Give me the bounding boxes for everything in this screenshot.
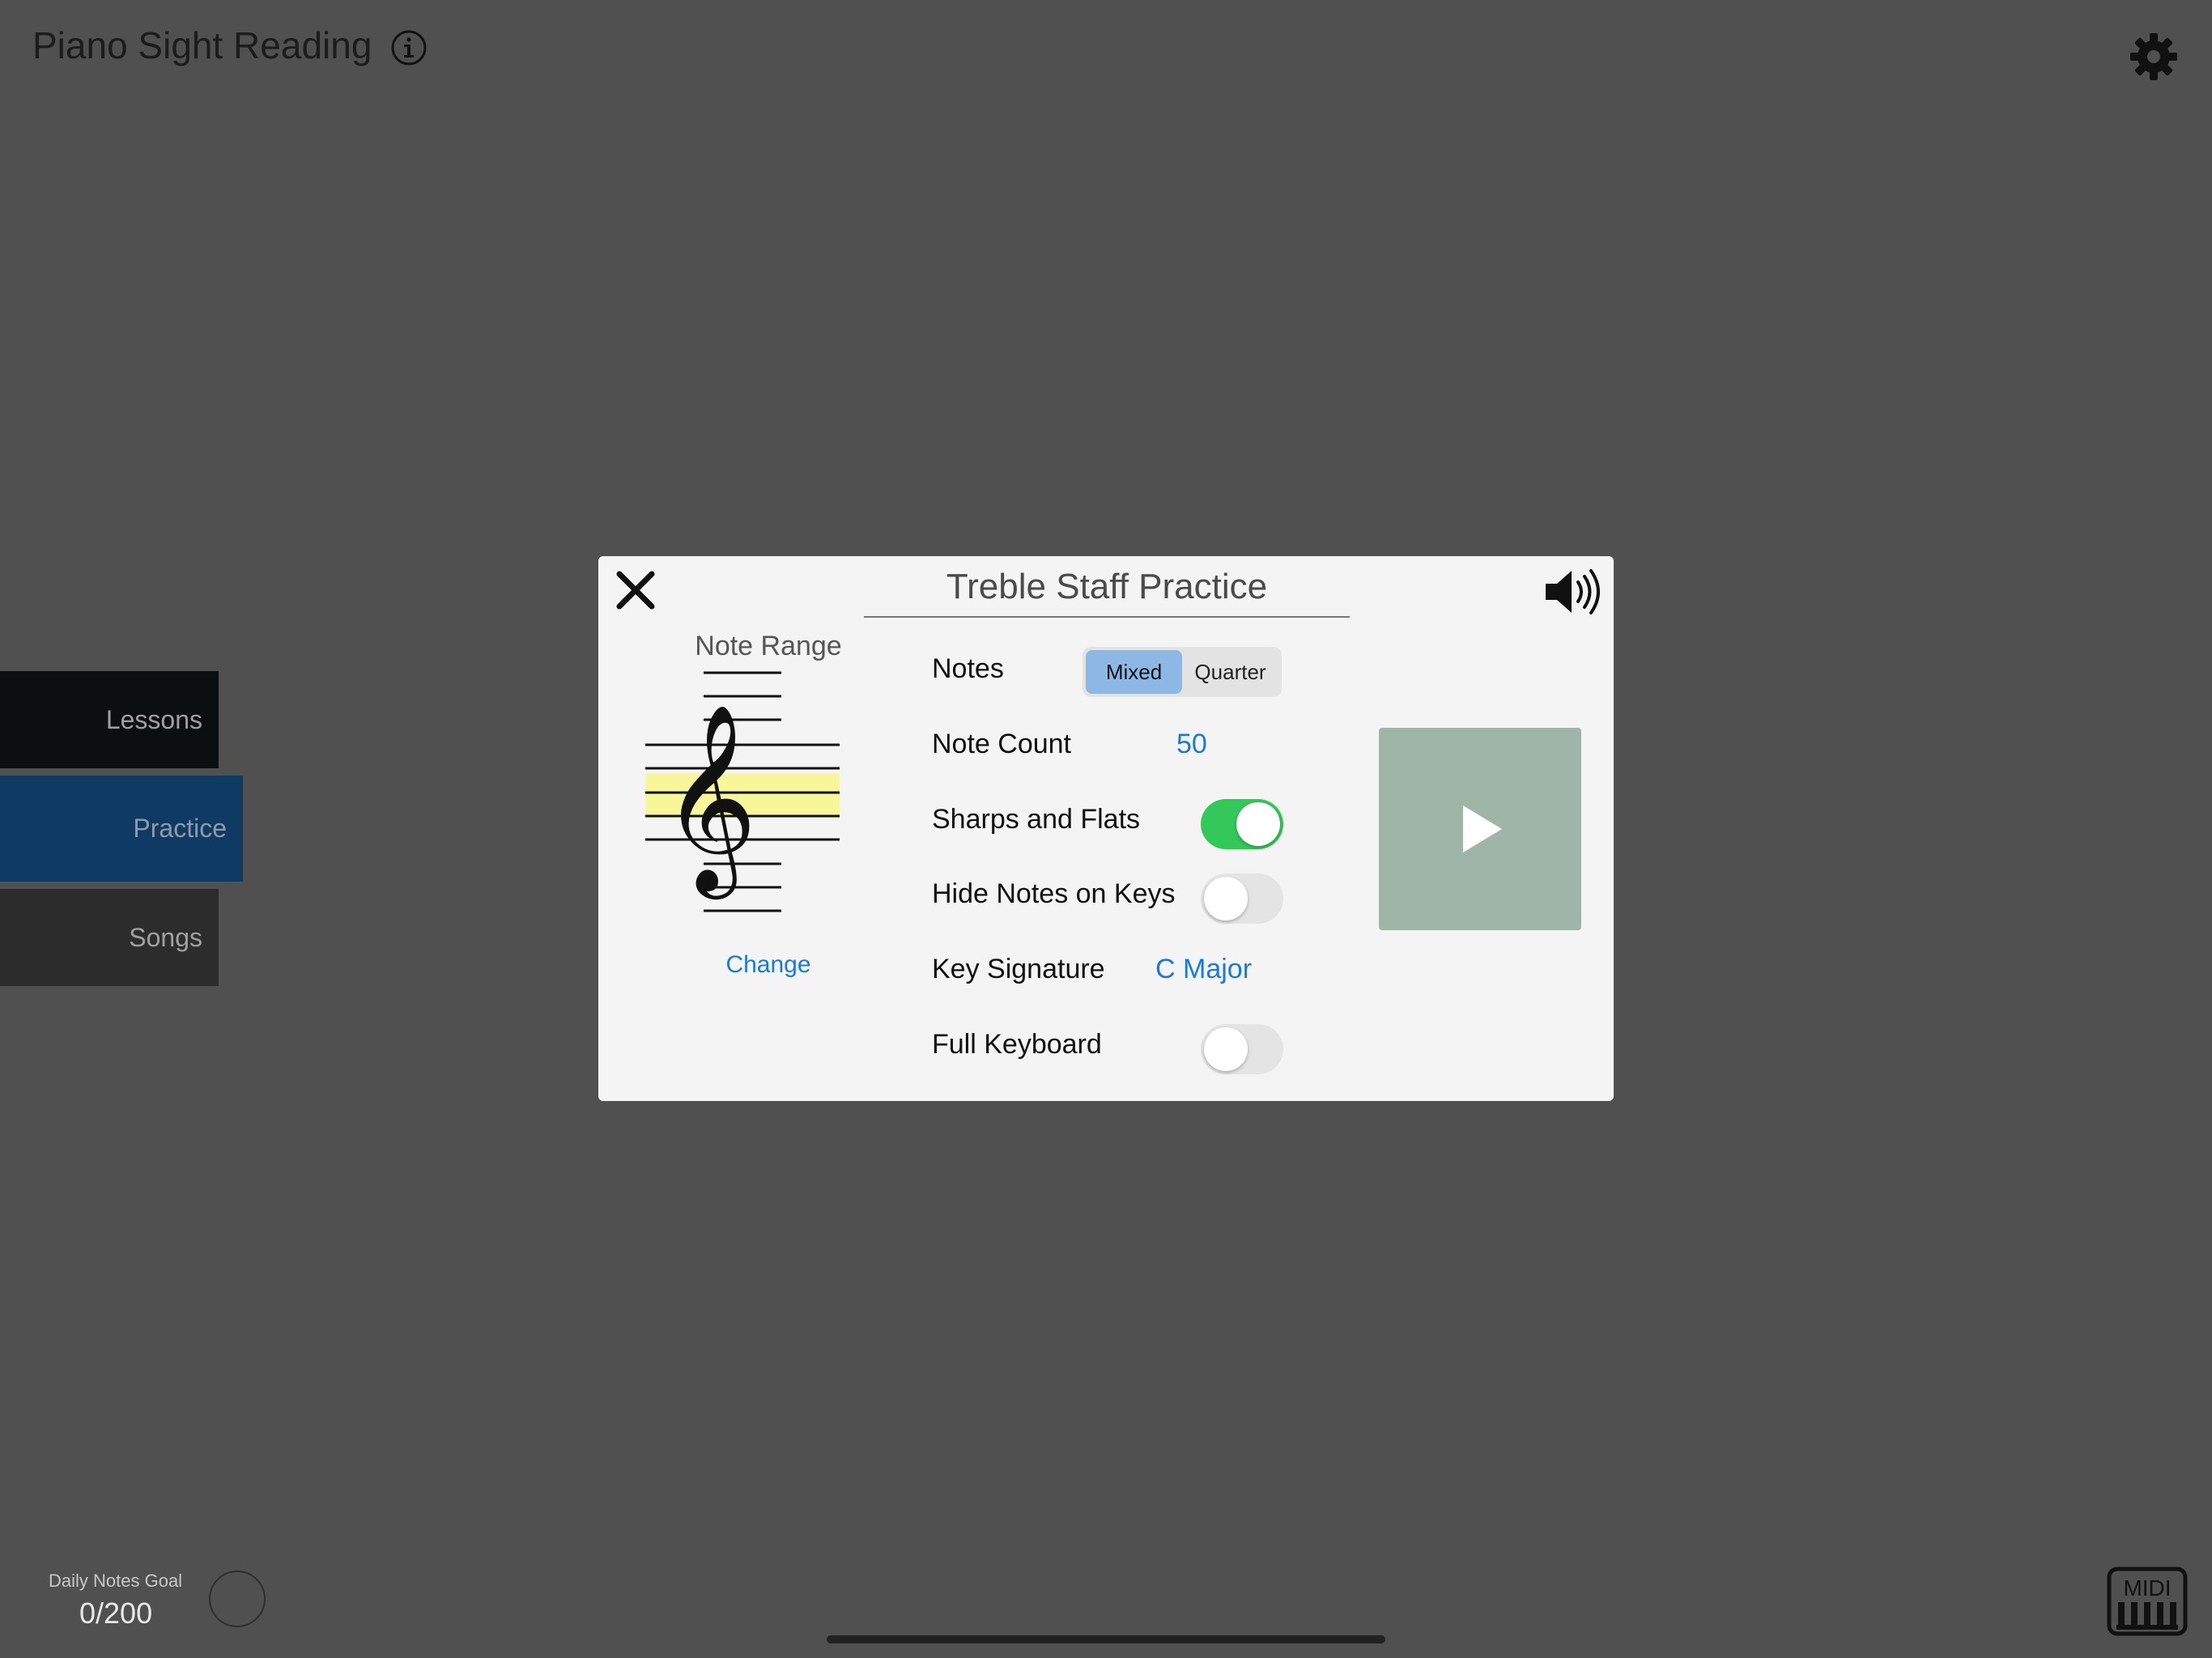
hide-notes-toggle[interactable] bbox=[1201, 874, 1283, 924]
play-icon bbox=[1463, 806, 1502, 852]
key-signature-value[interactable]: C Major bbox=[1155, 954, 1252, 985]
title-divider bbox=[864, 616, 1350, 618]
daily-goal-label: Daily Notes Goal bbox=[49, 1571, 183, 1591]
nav-songs-label: Songs bbox=[129, 922, 202, 952]
app-title: Piano Sight Reading bbox=[32, 24, 372, 66]
treble-clef-icon: 𝄞 bbox=[661, 703, 757, 899]
speaker-icon[interactable] bbox=[1542, 568, 1604, 616]
notes-label: Notes bbox=[932, 653, 1004, 684]
change-range-link[interactable]: Change bbox=[647, 951, 890, 979]
key-signature-label: Key Signature bbox=[932, 954, 1105, 984]
midi-label: MIDI bbox=[2123, 1575, 2171, 1601]
hide-notes-label: Hide Notes on Keys bbox=[932, 878, 1176, 909]
full-keyboard-label: Full Keyboard bbox=[932, 1029, 1102, 1060]
nav-lessons[interactable]: Lessons bbox=[0, 671, 219, 768]
info-icon[interactable] bbox=[390, 29, 428, 66]
note-range-label: Note Range bbox=[695, 631, 842, 661]
sharps-flats-label: Sharps and Flats bbox=[932, 804, 1141, 835]
nav-lessons-label: Lessons bbox=[105, 704, 202, 734]
gear-icon[interactable] bbox=[2128, 31, 2180, 83]
notes-option-quarter[interactable]: Quarter bbox=[1182, 650, 1278, 694]
midi-keyboard-icon[interactable]: MIDI bbox=[2107, 1567, 2188, 1636]
note-range-staff[interactable]: 𝄞 bbox=[645, 670, 848, 920]
daily-goal-progress-ring bbox=[209, 1571, 266, 1627]
modal-title: Treble Staff Practice bbox=[946, 567, 1268, 606]
notes-option-mixed[interactable]: Mixed bbox=[1086, 650, 1182, 694]
practice-settings-modal: Treble Staff Practice Note Range 𝄞 Chang… bbox=[598, 556, 1614, 1101]
home-indicator bbox=[827, 1635, 1385, 1643]
start-practice-button[interactable] bbox=[1379, 728, 1581, 930]
note-count-label: Note Count bbox=[932, 729, 1071, 759]
full-keyboard-toggle[interactable] bbox=[1201, 1024, 1283, 1074]
close-icon[interactable] bbox=[615, 569, 657, 611]
daily-goal-value: 0/200 bbox=[79, 1596, 153, 1630]
note-count-value[interactable]: 50 bbox=[1176, 729, 1207, 760]
notes-segmented-control: Mixed Quarter bbox=[1083, 647, 1282, 697]
nav-practice-label: Practice bbox=[133, 814, 227, 843]
sharps-flats-toggle[interactable] bbox=[1201, 799, 1283, 849]
nav-songs[interactable]: Songs bbox=[0, 889, 219, 986]
nav-practice[interactable]: Practice bbox=[0, 776, 243, 882]
